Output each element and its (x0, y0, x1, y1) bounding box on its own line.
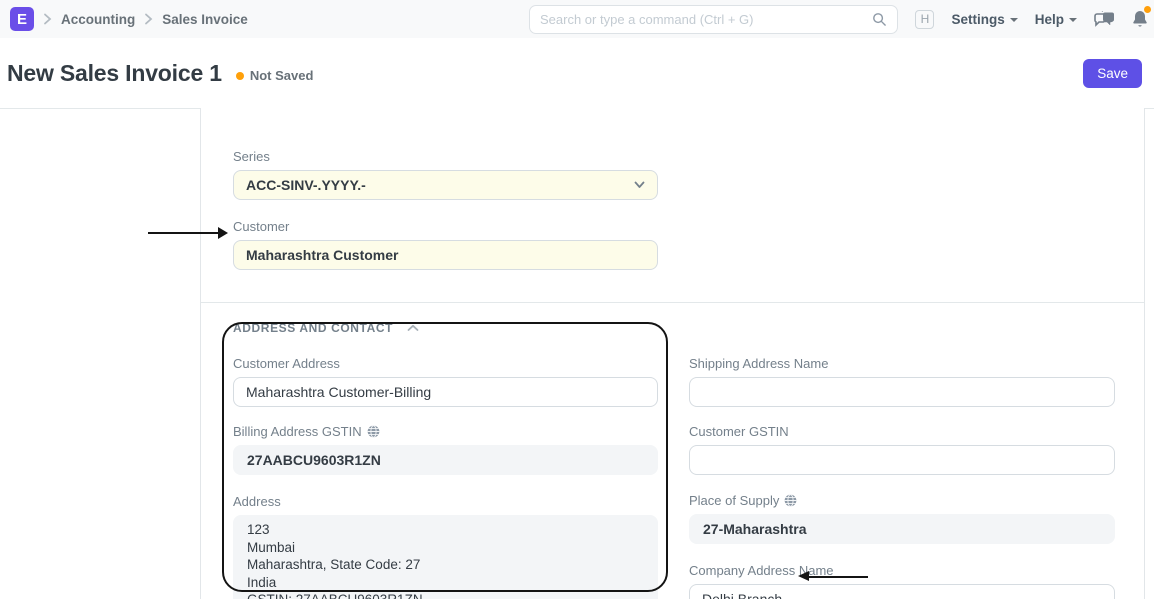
billing-gstin-field-group: Billing Address GSTIN 27AABCU9603R1ZN (233, 424, 658, 475)
company-address-name-label: Company Address Name (689, 563, 1115, 578)
address-field-group: Address 123 Mumbai Maharashtra, State Co… (233, 494, 658, 599)
app-logo[interactable]: E (10, 7, 34, 31)
section-naming: Series ACC-SINV-.YYYY.- Customer (233, 108, 658, 270)
company-address-name-field-group: Company Address Name (689, 563, 1115, 599)
customer-input[interactable] (233, 240, 658, 270)
breadcrumb-accounting[interactable]: Accounting (61, 12, 135, 27)
place-of-supply-value: 27-Maharashtra (689, 514, 1115, 544)
customer-label: Customer (233, 219, 658, 234)
billing-gstin-label-text: Billing Address GSTIN (233, 424, 362, 439)
user-avatar[interactable]: H (915, 10, 934, 29)
page-title: New Sales Invoice 1 (7, 60, 222, 87)
breadcrumb-sales-invoice[interactable]: Sales Invoice (162, 12, 248, 27)
chevron-down-icon (634, 181, 645, 189)
company-address-name-input[interactable] (689, 584, 1115, 599)
chevron-right-icon (43, 13, 52, 25)
shipping-address-name-input[interactable] (689, 377, 1115, 407)
series-field-group: Series ACC-SINV-.YYYY.- (233, 149, 658, 200)
billing-gstin-value: 27AABCU9603R1ZN (233, 445, 658, 475)
shipping-address-name-label: Shipping Address Name (689, 356, 1115, 371)
place-of-supply-label-text: Place of Supply (689, 493, 779, 508)
customer-gstin-input[interactable] (689, 445, 1115, 475)
help-label: Help (1035, 12, 1064, 27)
customer-field-group: Customer (233, 219, 658, 270)
customer-address-field-group: Customer Address (233, 356, 658, 407)
save-button[interactable]: Save (1083, 59, 1142, 88)
notifications-bell-icon[interactable] (1132, 10, 1148, 28)
section-divider (201, 302, 1144, 303)
address-left-column: Customer Address Billing Address GSTIN 2… (233, 356, 658, 599)
search-input[interactable] (540, 12, 872, 27)
chat-icon[interactable] (1094, 11, 1115, 28)
shipping-address-name-field-group: Shipping Address Name (689, 356, 1115, 407)
status-text: Not Saved (250, 68, 314, 83)
address-right-column: Shipping Address Name Customer GSTIN Pla… (689, 356, 1115, 599)
place-of-supply-label: Place of Supply (689, 493, 1115, 508)
status-badge: Not Saved (236, 68, 314, 83)
form-card: Series ACC-SINV-.YYYY.- Customer ADDRES (200, 108, 1145, 599)
customer-address-label: Customer Address (233, 356, 658, 371)
search-icon (872, 12, 887, 27)
chevron-right-icon (144, 13, 153, 25)
chevron-down-icon (1010, 18, 1018, 22)
navbar: E Accounting Sales Invoice H Settings He… (0, 0, 1154, 38)
series-select[interactable]: ACC-SINV-.YYYY.- (233, 170, 658, 200)
address-label: Address (233, 494, 658, 509)
place-of-supply-field-group: Place of Supply 27-Maharashtra (689, 493, 1115, 544)
navbar-right-cluster: H Settings Help (915, 0, 1148, 38)
series-value: ACC-SINV-.YYYY.- (246, 177, 366, 193)
address-contact-section-toggle[interactable]: ADDRESS AND CONTACT (233, 321, 1113, 335)
globe-icon (367, 425, 380, 438)
settings-label: Settings (951, 12, 1004, 27)
customer-address-input[interactable] (233, 377, 658, 407)
status-dot-icon (236, 72, 244, 80)
address-value: 123 Mumbai Maharashtra, State Code: 27 I… (233, 515, 658, 599)
settings-menu[interactable]: Settings (951, 12, 1017, 27)
customer-gstin-field-group: Customer GSTIN (689, 424, 1115, 475)
globe-icon (784, 494, 797, 507)
address-contact-columns: Customer Address Billing Address GSTIN 2… (233, 356, 1113, 599)
address-contact-section-title: ADDRESS AND CONTACT (233, 321, 393, 335)
series-label: Series (233, 149, 658, 164)
help-menu[interactable]: Help (1035, 12, 1077, 27)
global-search[interactable] (529, 5, 898, 34)
chevron-down-icon (1069, 18, 1077, 22)
billing-gstin-label: Billing Address GSTIN (233, 424, 658, 439)
app-window: E Accounting Sales Invoice H Settings He… (0, 0, 1154, 599)
page-header: New Sales Invoice 1 Not Saved Save (0, 38, 1154, 108)
notification-dot (1144, 6, 1151, 13)
customer-gstin-label: Customer GSTIN (689, 424, 1115, 439)
chevron-up-icon[interactable] (407, 324, 419, 332)
